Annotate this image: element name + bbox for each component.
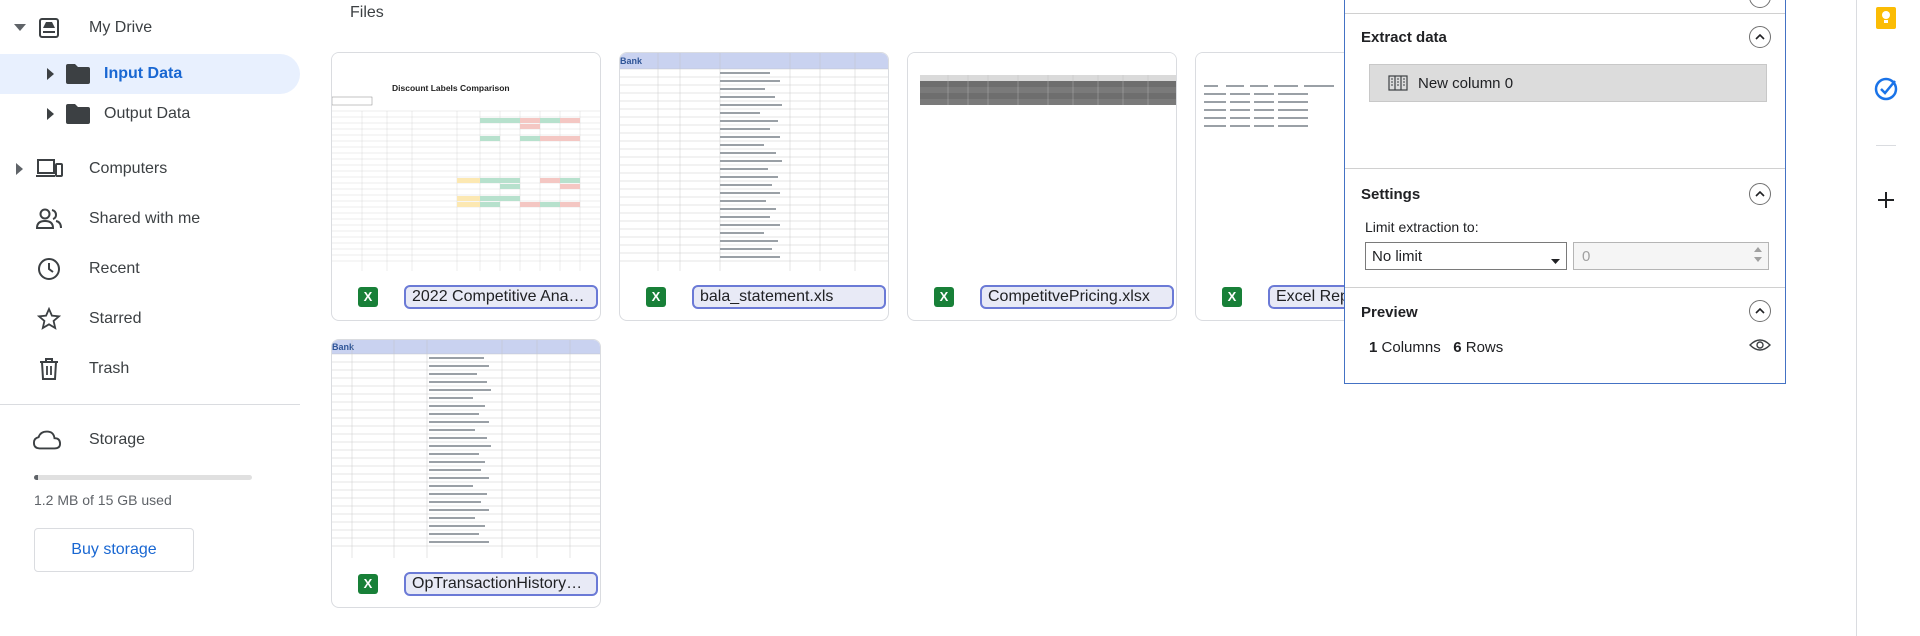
extract-data-panel: Extract data New column 0 Settings Limit…	[1344, 0, 1786, 384]
settings-heading: Settings	[1361, 186, 1421, 203]
preview-summary: 1 Columns 6 Rows	[1369, 339, 1503, 356]
file-name-field[interactable]: CompetitvePricing.xlsx	[980, 284, 1174, 309]
spinner-arrows-icon[interactable]	[1754, 247, 1762, 262]
limit-select-value: No limit	[1372, 247, 1423, 265]
sidebar-divider	[0, 404, 300, 405]
limit-number-input[interactable]: 0	[1573, 242, 1769, 270]
excel-file-icon: X	[646, 286, 666, 307]
folder-icon	[64, 100, 92, 128]
keep-icon[interactable]	[1874, 6, 1898, 30]
columns-count: 1	[1369, 339, 1378, 356]
storage-progress-fill	[34, 475, 39, 480]
file-thumbnail: Bank	[332, 340, 600, 558]
nav-my-drive[interactable]: My Drive	[0, 8, 300, 48]
column-icon	[1388, 75, 1408, 91]
panel-divider	[1345, 13, 1785, 14]
panel-divider	[1345, 287, 1785, 288]
file-name: CompetitvePricing.xlsx	[988, 287, 1150, 305]
nav-label: My Drive	[89, 19, 153, 36]
file-card-footer: X CompetitvePricing.xlsx	[908, 271, 1176, 320]
eye-icon[interactable]	[1749, 338, 1771, 357]
rows-count: 6	[1453, 339, 1462, 356]
file-card[interactable]: X CompetitvePricing.xlsx	[907, 52, 1177, 321]
tasks-icon[interactable]	[1874, 77, 1898, 101]
right-rail-separator	[1876, 145, 1896, 146]
nav-trash[interactable]: Trash	[0, 349, 300, 389]
file-name-field[interactable]: OpTransactionHistory…	[404, 571, 598, 596]
people-icon	[35, 205, 63, 233]
column-item-label: New column 0	[1418, 74, 1514, 92]
caret-right-icon[interactable]	[13, 162, 27, 176]
file-thumbnail	[908, 53, 1176, 271]
nav-label: Recent	[89, 260, 140, 277]
caret-right-icon[interactable]	[44, 107, 58, 121]
caret-down-icon[interactable]	[13, 21, 27, 35]
file-card-footer: X 2022 Competitive Ana…	[332, 271, 600, 320]
column-item[interactable]: New column 0	[1369, 64, 1767, 102]
nav-recent[interactable]: Recent	[0, 249, 300, 289]
extract-data-heading: Extract data	[1361, 29, 1447, 46]
collapse-up-icon[interactable]	[1749, 26, 1771, 48]
files-section-title: Files	[350, 4, 384, 21]
file-thumbnail: Bank	[620, 53, 888, 271]
nav-label: Input Data	[104, 65, 183, 82]
file-card-footer: X bala_statement.xls	[620, 271, 888, 320]
cloud-icon	[33, 426, 61, 454]
svg-text:Bank: Bank	[620, 56, 643, 66]
columns-word: Columns	[1381, 339, 1441, 356]
excel-file-icon: X	[1222, 286, 1242, 307]
collapse-up-icon[interactable]	[1749, 183, 1771, 205]
nav-starred[interactable]: Starred	[0, 299, 300, 339]
file-name: bala_statement.xls	[700, 287, 834, 305]
sidebar: My Drive Input Data Output Data Computer…	[0, 0, 310, 636]
caret-right-icon[interactable]	[44, 67, 58, 81]
excel-file-icon: X	[358, 286, 378, 307]
thumbnail-title: Discount Labels Comparison	[392, 83, 510, 93]
nav-input-data[interactable]: Input Data	[0, 54, 300, 94]
excel-file-icon: X	[934, 286, 954, 307]
collapse-up-icon[interactable]	[1749, 0, 1771, 8]
file-name: 2022 Competitive Ana…	[412, 287, 585, 305]
excel-file-icon: X	[358, 573, 378, 594]
star-icon	[35, 305, 63, 333]
storage-used-text: 1.2 MB of 15 GB used	[34, 492, 172, 508]
svg-text:Bank: Bank	[332, 342, 355, 352]
file-card[interactable]: Discount Labels Comparison X 2022 Compet…	[331, 52, 601, 321]
file-name-field[interactable]: bala_statement.xls	[692, 284, 886, 309]
nav-label: Computers	[89, 160, 168, 177]
nav-label: Starred	[89, 310, 142, 327]
nav-label: Trash	[89, 360, 130, 377]
right-rail-divider	[1856, 0, 1857, 636]
preview-heading: Preview	[1361, 304, 1418, 321]
file-card-footer: X OpTransactionHistory…	[332, 558, 600, 607]
file-card[interactable]: Bank X OpTransactionHistory…	[331, 339, 601, 608]
clock-icon	[35, 255, 63, 283]
dropdown-arrow-icon	[1551, 252, 1560, 269]
computer-icon	[35, 155, 63, 183]
nav-label: Shared with me	[89, 210, 201, 227]
file-card[interactable]: Bank X bala_statement.xls	[619, 52, 889, 321]
nav-output-data[interactable]: Output Data	[0, 94, 300, 134]
file-name: OpTransactionHistory…	[412, 574, 583, 592]
drive-icon	[35, 14, 63, 42]
limit-select[interactable]: No limit	[1365, 242, 1567, 270]
file-name-field[interactable]: 2022 Competitive Ana…	[404, 284, 598, 309]
nav-label: Storage	[89, 431, 146, 448]
collapse-up-icon[interactable]	[1749, 300, 1771, 322]
folder-icon	[64, 60, 92, 88]
trash-icon	[35, 355, 63, 383]
add-addon-icon[interactable]	[1874, 188, 1898, 212]
panel-divider	[1345, 168, 1785, 169]
file-thumbnail: Discount Labels Comparison	[332, 53, 600, 271]
buy-storage-button[interactable]: Buy storage	[34, 528, 194, 572]
rows-word: Rows	[1465, 339, 1504, 356]
nav-computers[interactable]: Computers	[0, 149, 300, 189]
nav-storage[interactable]: Storage	[0, 420, 300, 460]
nav-shared-with-me[interactable]: Shared with me	[0, 199, 300, 239]
limit-extraction-label: Limit extraction to:	[1365, 219, 1479, 235]
storage-progress-bar	[34, 475, 252, 480]
limit-number-value: 0	[1582, 247, 1591, 265]
nav-label: Output Data	[104, 105, 191, 122]
